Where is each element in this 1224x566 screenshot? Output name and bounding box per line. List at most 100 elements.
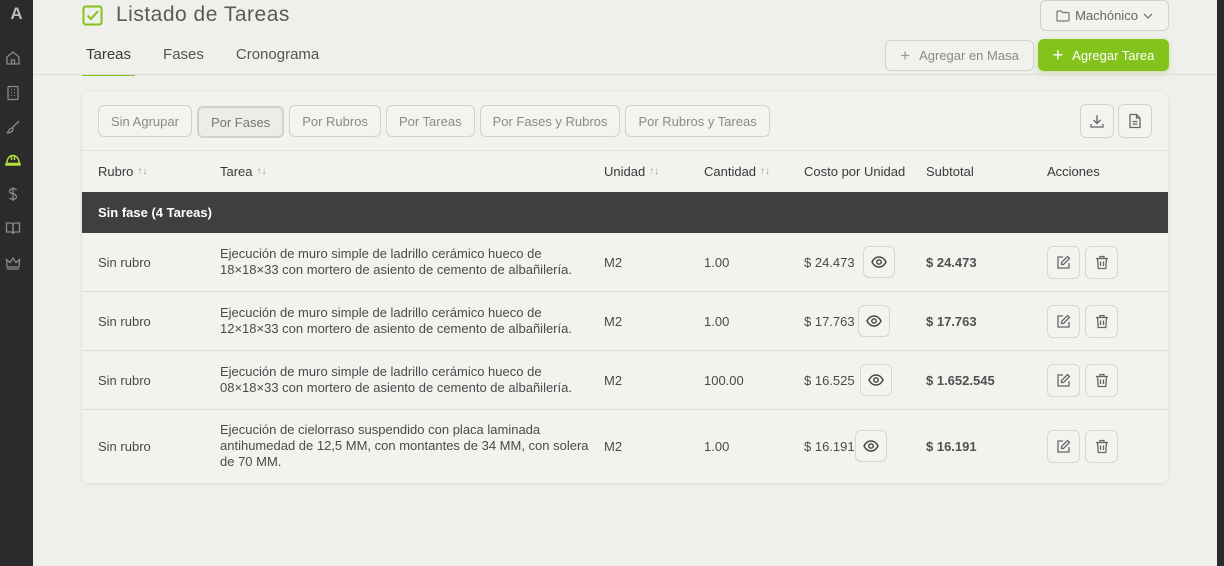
brush-icon[interactable]	[5, 119, 21, 135]
building-icon[interactable]	[5, 85, 21, 101]
checkbox-list-icon	[82, 5, 103, 25]
cell-costo: $ 17.763	[804, 314, 855, 329]
edit-icon	[1057, 439, 1071, 453]
col-rubro[interactable]: Rubro ↑↓	[98, 164, 147, 179]
col-tarea[interactable]: Tarea ↑↓	[220, 164, 267, 179]
eye-icon	[868, 374, 884, 386]
group-phases-rubros-button[interactable]: Por Fases y Rubros	[479, 105, 621, 137]
group-phases-button[interactable]: Por Fases	[196, 106, 285, 138]
header-divider	[33, 74, 1217, 75]
sort-icon: ↑↓	[649, 166, 660, 177]
document-icon	[1129, 113, 1141, 129]
chevron-down-icon	[1143, 13, 1153, 19]
download-button[interactable]	[1080, 104, 1114, 138]
add-task-button[interactable]: + Agregar Tarea	[1038, 39, 1169, 71]
folder-icon	[1056, 9, 1070, 22]
delete-button[interactable]	[1085, 364, 1118, 397]
cell-rubro: Sin rubro	[98, 255, 151, 270]
edit-icon	[1057, 255, 1071, 269]
eye-icon	[866, 315, 882, 327]
trash-icon	[1095, 439, 1108, 454]
cell-rubro: Sin rubro	[98, 314, 151, 329]
delete-button[interactable]	[1085, 246, 1118, 279]
group-rubros-button[interactable]: Por Rubros	[289, 105, 381, 137]
crown-icon[interactable]	[5, 255, 21, 271]
add-mass-label: Agregar en Masa	[919, 48, 1019, 63]
cell-tarea: Ejecución de muro simple de ladrillo cer…	[220, 305, 572, 336]
col-subtotal: Subtotal	[926, 164, 974, 179]
sort-icon: ↑↓	[137, 166, 148, 177]
tab-bar: Tareas Fases Cronograma	[82, 40, 347, 76]
cell-subtotal: $ 16.191	[926, 439, 977, 454]
dollar-icon[interactable]	[5, 186, 21, 202]
page-header: Listado de Tareas	[82, 3, 290, 26]
view-cost-button[interactable]	[855, 430, 887, 462]
cell-cantidad: 1.00	[704, 439, 730, 454]
table-row[interactable]: Sin rubro Ejecución de cielorraso suspen…	[82, 410, 1168, 483]
tab-cronograma[interactable]: Cronograma	[232, 40, 323, 76]
view-cost-button[interactable]	[863, 246, 895, 278]
eye-icon	[871, 256, 887, 268]
helmet-icon[interactable]	[5, 152, 21, 168]
cell-unidad: M2	[604, 314, 623, 329]
cell-unidad: M2	[604, 439, 623, 454]
cell-unidad: M2	[604, 255, 623, 270]
add-task-label: Agregar Tarea	[1072, 47, 1155, 63]
right-scroll-edge	[1217, 0, 1224, 566]
tasks-card: Sin Agrupar Por Fases Por Rubros Por Tar…	[82, 92, 1168, 483]
trash-icon	[1095, 255, 1108, 270]
home-icon[interactable]	[5, 50, 21, 66]
grouping-toolbar: Sin Agrupar Por Fases Por Rubros Por Tar…	[98, 105, 770, 138]
left-sidebar: A	[0, 0, 33, 566]
edit-icon	[1057, 314, 1071, 328]
table-row[interactable]: Sin rubro Ejecución de muro simple de la…	[82, 292, 1168, 351]
group-header-row[interactable]: Sin fase (4 Tareas)	[82, 192, 1168, 233]
download-icon	[1090, 115, 1104, 128]
page-title: Listado de Tareas	[116, 3, 290, 26]
view-cost-button[interactable]	[858, 305, 890, 337]
cell-unidad: M2	[604, 373, 623, 388]
eye-icon	[863, 440, 879, 452]
edit-button[interactable]	[1047, 246, 1080, 279]
app-logo[interactable]: A	[0, 4, 33, 24]
cell-tarea: Ejecución de muro simple de ladrillo cer…	[220, 364, 572, 395]
col-cantidad[interactable]: Cantidad ↑↓	[704, 164, 770, 179]
edit-button[interactable]	[1047, 430, 1080, 463]
table-row[interactable]: Sin rubro Ejecución de muro simple de la…	[82, 351, 1168, 410]
project-selector[interactable]: Machónico	[1040, 0, 1169, 31]
plus-icon: +	[900, 46, 911, 65]
group-rubros-tasks-button[interactable]: Por Rubros y Tareas	[625, 105, 770, 137]
cell-costo: $ 24.473	[804, 255, 855, 270]
tab-fases[interactable]: Fases	[159, 40, 208, 76]
sort-icon: ↑↓	[760, 166, 771, 177]
edit-icon	[1057, 373, 1071, 387]
project-name: Machónico	[1075, 8, 1138, 23]
cell-subtotal: $ 24.473	[926, 255, 977, 270]
document-button[interactable]	[1118, 104, 1152, 138]
cell-costo: $ 16.191	[804, 439, 855, 454]
book-icon[interactable]	[5, 220, 21, 236]
edit-button[interactable]	[1047, 364, 1080, 397]
cell-tarea: Ejecución de muro simple de ladrillo cer…	[220, 246, 572, 277]
col-unidad[interactable]: Unidad ↑↓	[604, 164, 659, 179]
cell-cantidad: 100.00	[704, 373, 744, 388]
view-cost-button[interactable]	[860, 364, 892, 396]
cell-tarea: Ejecución de cielorraso suspendido con p…	[220, 422, 589, 469]
sort-icon: ↑↓	[256, 166, 267, 177]
delete-button[interactable]	[1085, 305, 1118, 338]
tab-tareas[interactable]: Tareas	[82, 40, 136, 76]
group-tasks-button[interactable]: Por Tareas	[385, 105, 475, 137]
cell-costo: $ 16.525	[804, 373, 855, 388]
add-mass-button[interactable]: + Agregar en Masa	[885, 40, 1034, 71]
trash-icon	[1095, 373, 1108, 388]
table-header: Rubro ↑↓ Tarea ↑↓ Unidad ↑↓ Cantidad ↑↓ Cost…	[82, 150, 1168, 192]
table-row[interactable]: Sin rubro Ejecución de muro simple de la…	[82, 233, 1168, 292]
cell-rubro: Sin rubro	[98, 373, 151, 388]
cell-subtotal: $ 1.652.545	[926, 373, 995, 388]
col-costo: Costo por Unidad	[804, 164, 906, 179]
cell-rubro: Sin rubro	[98, 439, 151, 454]
edit-button[interactable]	[1047, 305, 1080, 338]
delete-button[interactable]	[1085, 430, 1118, 463]
plus-icon: +	[1052, 45, 1064, 65]
group-none-button[interactable]: Sin Agrupar	[98, 105, 192, 137]
